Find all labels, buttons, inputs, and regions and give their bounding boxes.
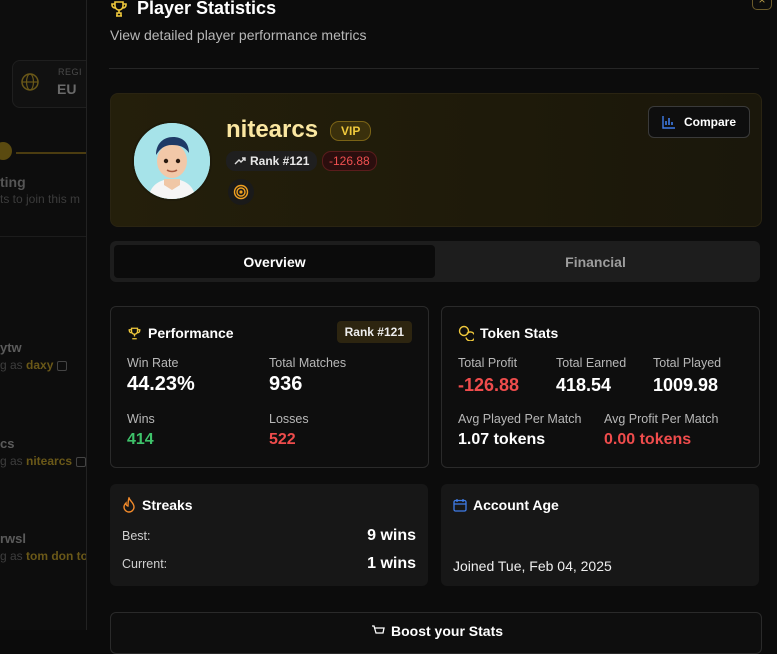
user-name: ytw (0, 340, 22, 355)
win-rate-value: 44.23% (127, 373, 195, 395)
profile-header: nitearcs VIP Rank #121 -126.88 Compare (110, 93, 762, 227)
step-subtitle: ts to join this m (0, 192, 81, 206)
total-matches-label: Total Matches (269, 356, 347, 370)
performance-card: Performance Rank #121 Win Rate 44.23% To… (110, 306, 429, 468)
modal-title: Player Statistics (109, 0, 276, 19)
win-rate-label: Win Rate (127, 356, 179, 370)
best-streak-value: 9 wins (367, 527, 416, 544)
boost-stats-label: Boost your Stats (371, 623, 503, 639)
background-page: REGI EU ting ts to join this m ytw g as … (0, 0, 86, 630)
region-label: REGI (58, 67, 83, 77)
avg-profit-label: Avg Profit Per Match (604, 412, 719, 426)
avatar (132, 121, 212, 201)
token-stats-card: Token Stats Total Profit -126.88 Total E… (441, 306, 760, 468)
calendar-icon (453, 499, 467, 512)
copy-icon[interactable] (76, 456, 86, 467)
avg-played-value: 1.07 tokens (458, 431, 546, 448)
token-stats-title: Token Stats (458, 325, 558, 341)
coins-icon (458, 325, 474, 341)
modal-title-text: Player Statistics (137, 0, 277, 18)
profit-pill: -126.88 (322, 151, 377, 171)
total-earned-label: Total Earned (556, 356, 627, 370)
globe-icon (21, 73, 39, 91)
trophy-icon (128, 327, 141, 339)
rank-badge: Rank #121 (336, 321, 412, 343)
total-matches-value: 936 (269, 373, 303, 395)
rank-label: Rank #121 (250, 154, 310, 168)
total-profit-label: Total Profit (458, 356, 518, 370)
current-streak-label: Current: (122, 557, 168, 571)
cart-icon (372, 625, 385, 634)
avg-profit-value: 0.00 tokens (604, 431, 692, 448)
compare-button[interactable]: Compare (648, 106, 750, 138)
user-sub: g as daxy (0, 358, 68, 372)
user-sub: g as nitearcs (0, 454, 86, 468)
performance-title: Performance (127, 325, 234, 341)
streaks-title: Streaks (122, 497, 193, 513)
account-age-title: Account Age (453, 497, 559, 513)
total-earned-value: 418.54 (556, 375, 612, 395)
tab-bar: Overview Financial (110, 241, 760, 282)
total-played-value: 1009.98 (653, 375, 719, 395)
step-check-icon (0, 142, 12, 160)
token-stats-title-text: Token Stats (480, 325, 559, 341)
flame-icon (123, 497, 135, 513)
close-button[interactable]: × (752, 0, 772, 10)
streaks-title-text: Streaks (142, 497, 193, 513)
user-name: cs (0, 436, 15, 451)
divider (0, 236, 86, 237)
tab-financial[interactable]: Financial (435, 245, 756, 278)
step-title: ting (0, 174, 26, 190)
streaks-card: Streaks Best: 9 wins Current: 1 wins (110, 484, 428, 586)
trophy-icon (111, 0, 127, 17)
compare-label: Compare (683, 115, 736, 129)
vip-badge: VIP (330, 121, 372, 141)
account-age-title-text: Account Age (473, 497, 559, 513)
wins-label: Wins (127, 412, 155, 426)
modal-subtitle: View detailed player performance metrics (110, 27, 367, 43)
boost-stats-button[interactable]: Boost your Stats (110, 612, 762, 654)
rank-pill: Rank #121 (226, 151, 318, 171)
trending-up-icon (234, 157, 246, 165)
bar-chart-icon (662, 116, 675, 129)
tab-overview[interactable]: Overview (114, 245, 435, 278)
target-badge-icon[interactable] (228, 179, 254, 205)
divider (109, 68, 759, 69)
player-name: nitearcs (226, 116, 319, 143)
total-profit-value: -126.88 (458, 375, 520, 395)
player-statistics-modal: × Player Statistics View detailed player… (86, 0, 777, 654)
copy-icon[interactable] (57, 360, 68, 371)
wins-value: 414 (127, 431, 154, 448)
user-name: rwsl (0, 531, 27, 546)
total-played-label: Total Played (653, 356, 722, 370)
losses-value: 522 (269, 431, 296, 448)
region-value: EU (57, 81, 77, 97)
performance-title-text: Performance (148, 325, 234, 341)
account-age-card: Account Age Joined Tue, Feb 04, 2025 (441, 484, 759, 586)
step-progress-line (16, 152, 86, 154)
user-sub: g as tom don to (0, 549, 86, 563)
joined-date: Joined Tue, Feb 04, 2025 (453, 558, 612, 574)
current-streak-value: 1 wins (367, 555, 416, 572)
avg-played-label: Avg Played Per Match (458, 412, 582, 426)
best-streak-label: Best: (122, 529, 151, 543)
losses-label: Losses (269, 412, 309, 426)
